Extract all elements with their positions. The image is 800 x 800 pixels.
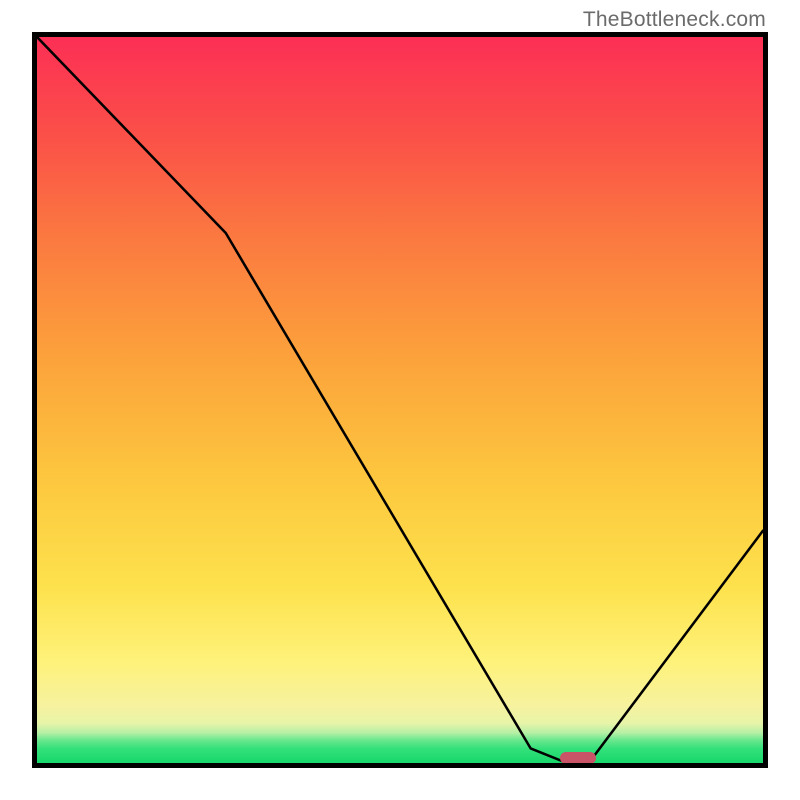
bottleneck-curve [37,37,763,763]
chart-frame [32,32,768,768]
optimal-marker [560,752,596,764]
curve-path [37,37,763,763]
watermark-text: TheBottleneck.com [583,8,766,32]
